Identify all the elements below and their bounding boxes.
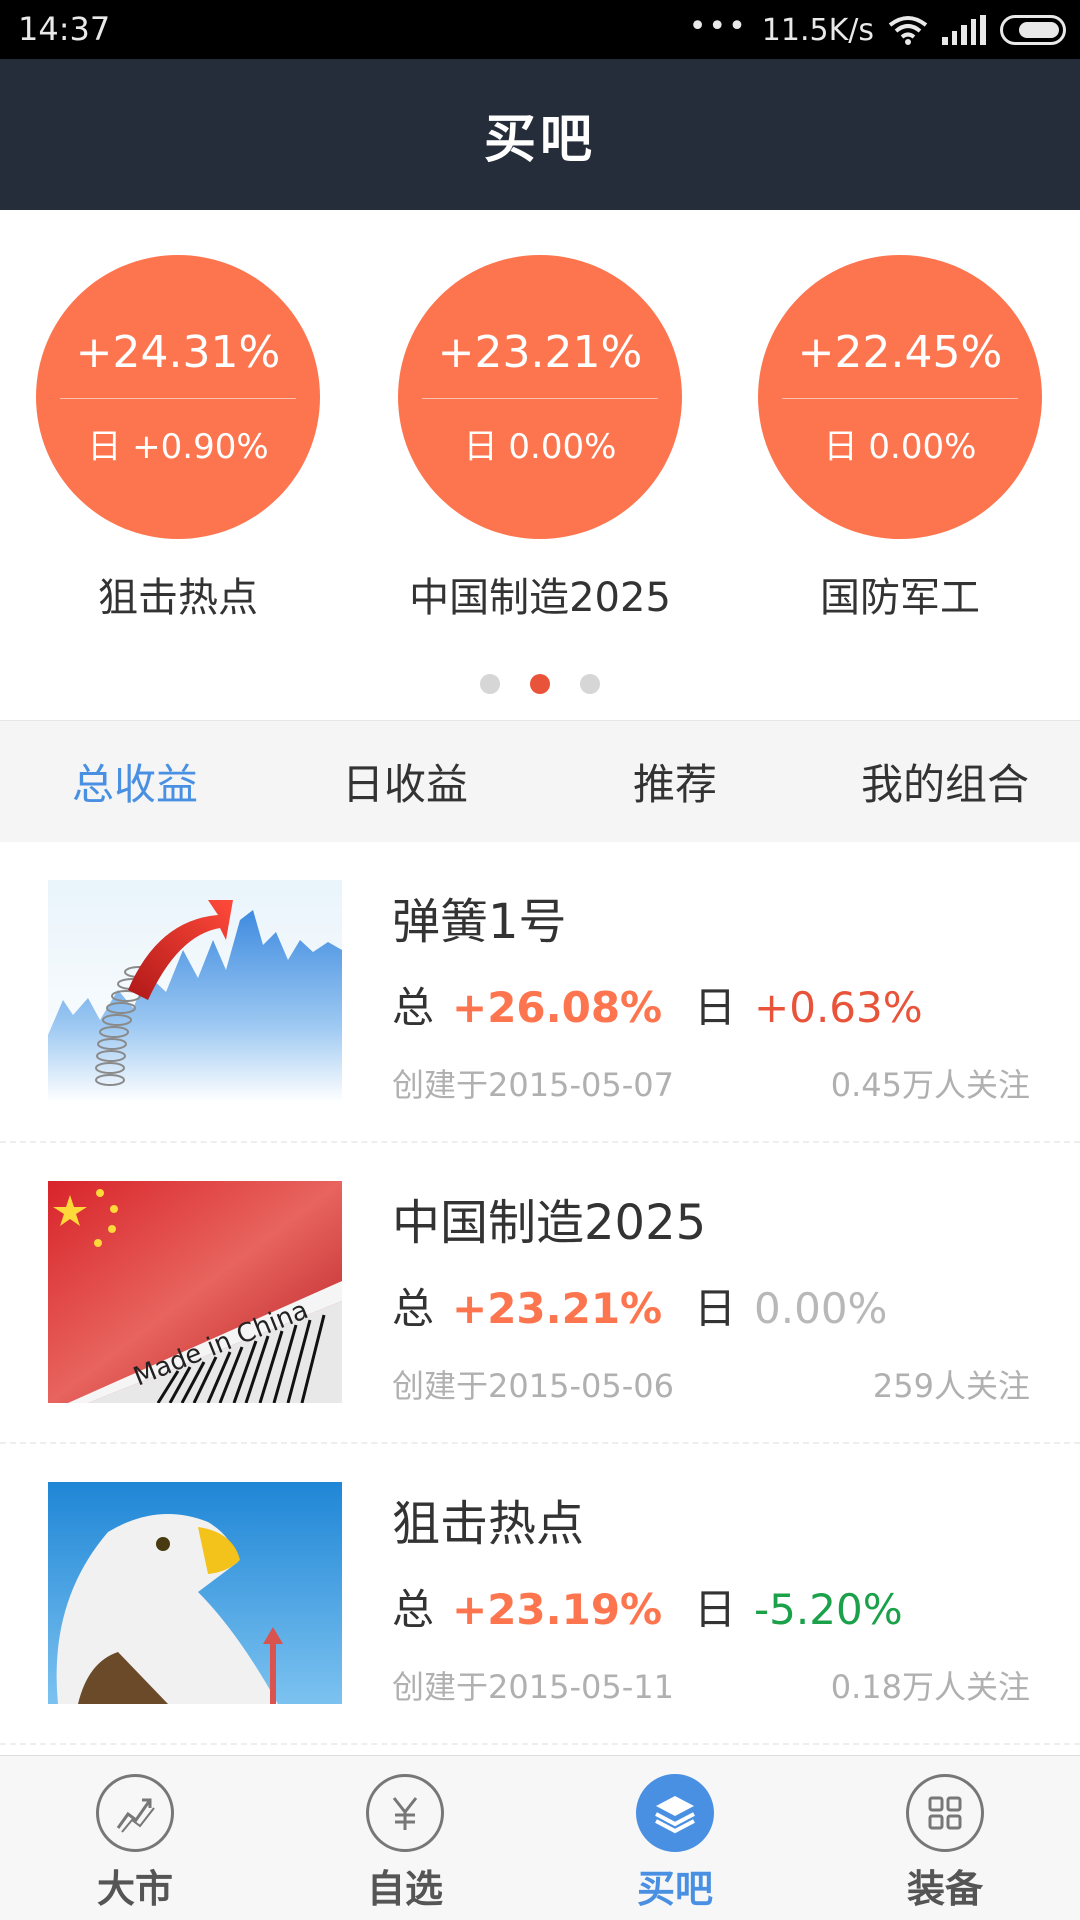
day-label: 日 xyxy=(694,1585,737,1634)
tab-total-return[interactable]: 总收益 xyxy=(0,721,270,842)
nav-equipment[interactable]: 装备 xyxy=(810,1756,1080,1920)
signal-icon xyxy=(942,15,986,45)
featured-carousel[interactable]: +24.31% 日 +0.90% 狙击热点 +23.21% 日 0.00% 中国… xyxy=(0,210,1080,720)
spring-chart-image xyxy=(48,880,342,1102)
nav-market[interactable]: 大市 xyxy=(0,1756,270,1920)
pager-dot[interactable] xyxy=(580,674,600,694)
featured-name: 狙击热点 xyxy=(98,575,258,621)
status-indicators: ••• 11.5K/s xyxy=(688,8,1066,50)
pager-dot-active[interactable] xyxy=(530,674,550,694)
day-label: 日 xyxy=(694,1284,737,1333)
portfolio-title: 狙击热点 xyxy=(392,1496,585,1552)
tab-day-return[interactable]: 日收益 xyxy=(270,721,540,842)
total-label: 总 xyxy=(392,983,435,1032)
eagle-image xyxy=(48,1482,342,1704)
wifi-icon xyxy=(888,16,928,45)
bottom-navigation: 大市 自选 买吧 装备 xyxy=(0,1755,1080,1920)
battery-icon xyxy=(1000,15,1066,45)
featured-card-2[interactable]: +23.21% 日 0.00% 中国制造2025 xyxy=(398,255,682,623)
app-header: 买吧 xyxy=(0,59,1080,210)
follower-count: 259人关注 xyxy=(872,1367,1030,1405)
portfolio-title: 中国制造2025 xyxy=(392,1195,707,1251)
nav-label: 装备 xyxy=(906,1867,983,1911)
sort-tabs: 总收益 日收益 推荐 我的组合 xyxy=(0,720,1080,842)
follower-count: 0.45万人关注 xyxy=(830,1066,1030,1104)
follower-count: 0.18万人关注 xyxy=(830,1668,1030,1706)
featured-circle[interactable]: +22.45% 日 0.00% xyxy=(758,255,1042,539)
day-return: 0.00% xyxy=(754,1284,888,1333)
more-dots-icon: ••• xyxy=(688,8,748,44)
grid-icon xyxy=(906,1774,984,1852)
featured-total-return: +24.31% xyxy=(60,327,296,399)
featured-name: 国防军工 xyxy=(820,575,980,621)
nav-buy[interactable]: 买吧 xyxy=(540,1756,810,1920)
made-in-china-flag-image: Made in China xyxy=(48,1181,342,1403)
featured-day-return: 日 0.00% xyxy=(823,426,977,467)
featured-card-3[interactable]: +22.45% 日 0.00% 国防军工 xyxy=(758,255,1042,623)
featured-card-1[interactable]: +24.31% 日 +0.90% 狙击热点 xyxy=(36,255,320,623)
portfolio-item[interactable]: Made in China 中国制造2025 总 +23.21% 日 0.00%… xyxy=(0,1143,1080,1444)
featured-total-return: +22.45% xyxy=(782,327,1018,399)
nav-label: 自选 xyxy=(366,1867,443,1911)
total-return: +23.19% xyxy=(452,1585,663,1634)
featured-circle[interactable]: +24.31% 日 +0.90% xyxy=(36,255,320,539)
created-date: 创建于2015-05-11 xyxy=(392,1668,674,1706)
network-speed: 11.5K/s xyxy=(761,12,874,48)
day-label: 日 xyxy=(694,983,737,1032)
featured-total-return: +23.21% xyxy=(422,327,658,399)
yuan-icon xyxy=(366,1774,444,1852)
nav-watchlist[interactable]: 自选 xyxy=(270,1756,540,1920)
total-label: 总 xyxy=(392,1585,435,1634)
pager-dot[interactable] xyxy=(480,674,500,694)
created-date: 创建于2015-05-07 xyxy=(392,1066,674,1104)
portfolio-title: 弹簧1号 xyxy=(392,894,567,950)
total-label: 总 xyxy=(392,1284,435,1333)
portfolio-stats: 总 +23.19% 日 -5.20% xyxy=(392,1576,903,1637)
portfolio-item[interactable]: 弹簧1号 总 +26.08% 日 +0.63% 创建于2015-05-07 0.… xyxy=(0,842,1080,1143)
status-bar: 14:37 ••• 11.5K/s xyxy=(0,0,1080,59)
page-title: 买吧 xyxy=(483,110,596,170)
portfolio-stats: 总 +26.08% 日 +0.63% xyxy=(392,974,923,1035)
featured-name: 中国制造2025 xyxy=(409,575,671,621)
market-chart-icon xyxy=(96,1774,174,1852)
portfolio-item[interactable]: 狙击热点 总 +23.19% 日 -5.20% 创建于2015-05-11 0.… xyxy=(0,1444,1080,1745)
portfolio-list: 弹簧1号 总 +26.08% 日 +0.63% 创建于2015-05-07 0.… xyxy=(0,842,1080,1745)
total-return: +23.21% xyxy=(452,1284,663,1333)
status-time: 14:37 xyxy=(18,10,111,48)
layers-icon xyxy=(636,1774,714,1852)
total-return: +26.08% xyxy=(452,983,663,1032)
featured-circle[interactable]: +23.21% 日 0.00% xyxy=(398,255,682,539)
created-date: 创建于2015-05-06 xyxy=(392,1367,674,1405)
day-return: +0.63% xyxy=(754,983,923,1032)
day-return: -5.20% xyxy=(754,1585,903,1634)
tab-recommended[interactable]: 推荐 xyxy=(540,721,810,842)
nav-label: 买吧 xyxy=(636,1867,713,1911)
nav-label: 大市 xyxy=(96,1867,173,1911)
tab-my-portfolios[interactable]: 我的组合 xyxy=(810,721,1080,842)
portfolio-stats: 总 +23.21% 日 0.00% xyxy=(392,1275,887,1336)
featured-day-return: 日 0.00% xyxy=(463,426,617,467)
carousel-pager xyxy=(0,674,1080,694)
featured-day-return: 日 +0.90% xyxy=(87,426,269,467)
